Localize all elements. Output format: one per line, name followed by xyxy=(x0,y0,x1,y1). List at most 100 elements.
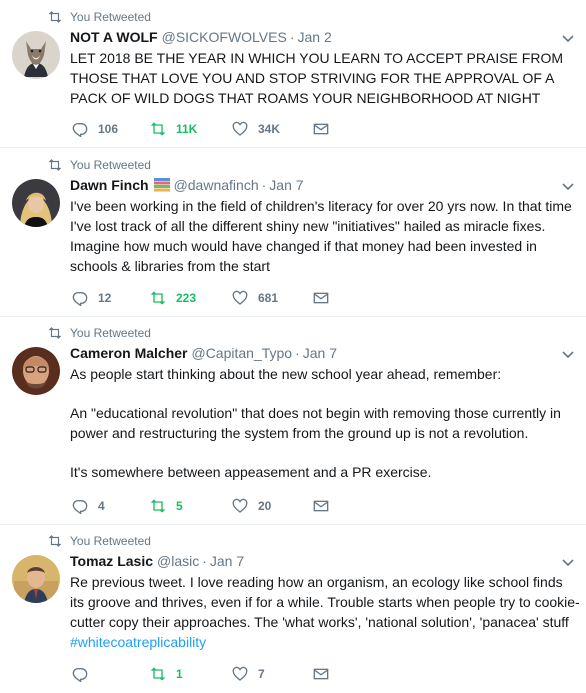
books-emoji-icon xyxy=(153,178,170,192)
tweet-header: Tomaz Lasic @lasic · Jan 7 xyxy=(70,553,244,569)
like-button[interactable]: 7 xyxy=(232,666,265,682)
retweet-context-label: You Retweeted xyxy=(70,326,151,340)
dm-button[interactable] xyxy=(313,498,329,514)
author-name[interactable]: Dawn Finch xyxy=(70,177,149,193)
separator: · xyxy=(295,345,300,361)
chevron-down-icon[interactable] xyxy=(562,351,574,359)
author-name[interactable]: NOT A WOLF xyxy=(70,29,158,45)
like-button[interactable]: 681 xyxy=(232,290,278,306)
chevron-down-icon[interactable] xyxy=(562,559,574,567)
retweet-icon xyxy=(150,121,166,137)
retweet-button[interactable]: 1 xyxy=(150,666,183,682)
tweet-header: NOT A WOLF @SICKOFWOLVES · Jan 2 xyxy=(70,29,332,45)
hashtag-link[interactable]: #whitecoatreplicability xyxy=(70,634,206,650)
retweet-icon xyxy=(48,11,62,23)
separator: · xyxy=(202,553,207,569)
avatar[interactable] xyxy=(12,179,60,227)
author-name[interactable]: Cameron Malcher xyxy=(70,345,187,361)
timeline: You Retweeted NOT A WOLF @SICKOFWOLVES ·… xyxy=(0,0,586,693)
chevron-down-icon[interactable] xyxy=(562,183,574,191)
retweet-context-label: You Retweeted xyxy=(70,10,151,24)
chevron-down-icon[interactable] xyxy=(562,35,574,43)
reply-button[interactable]: 106 xyxy=(72,121,118,137)
retweet-icon xyxy=(150,498,166,514)
heart-icon xyxy=(232,498,248,514)
timestamp[interactable]: Jan 7 xyxy=(303,345,337,361)
author-name[interactable]: Tomaz Lasic xyxy=(70,553,153,569)
like-button[interactable]: 34K xyxy=(232,121,280,137)
retweet-count: 1 xyxy=(176,667,183,681)
timestamp[interactable]: Jan 7 xyxy=(210,553,244,569)
reply-count: 12 xyxy=(98,291,112,305)
tweet-header: Dawn Finch @dawnafinch · Jan 7 xyxy=(70,177,304,193)
separator: · xyxy=(261,177,267,193)
reply-button[interactable] xyxy=(72,666,98,682)
tweet-header: Cameron Malcher @Capitan_Typo · Jan 7 xyxy=(70,345,337,361)
tweet[interactable]: You Retweeted NOT A WOLF @SICKOFWOLVES ·… xyxy=(0,0,586,148)
author-handle[interactable]: @dawnafinch xyxy=(174,177,259,193)
author-handle[interactable]: @Capitan_Typo xyxy=(191,345,292,361)
envelope-icon xyxy=(313,290,329,306)
dm-button[interactable] xyxy=(313,121,329,137)
reply-count: 106 xyxy=(98,122,119,136)
retweet-count: 223 xyxy=(176,291,197,305)
reply-icon xyxy=(72,290,88,306)
tweet-text: LET 2018 BE THE YEAR IN WHICH YOU LEARN … xyxy=(70,48,580,108)
author-handle[interactable]: @lasic xyxy=(157,553,199,569)
envelope-icon xyxy=(313,666,329,682)
retweet-context-label: You Retweeted xyxy=(70,158,151,172)
dm-button[interactable] xyxy=(313,666,329,682)
tweet-paragraph: LET 2018 BE THE YEAR IN WHICH YOU LEARN … xyxy=(70,50,564,106)
author-handle[interactable]: @SICKOFWOLVES xyxy=(162,29,287,45)
heart-icon xyxy=(232,666,248,682)
retweet-icon xyxy=(48,535,62,547)
envelope-icon xyxy=(313,498,329,514)
tweet-text: Re previous tweet. I love reading how an… xyxy=(70,572,580,652)
avatar[interactable] xyxy=(12,31,60,79)
retweet-context: You Retweeted xyxy=(48,326,151,340)
retweet-context: You Retweeted xyxy=(48,158,151,172)
retweet-context: You Retweeted xyxy=(48,10,151,24)
retweet-icon xyxy=(150,290,166,306)
retweet-count: 5 xyxy=(176,499,183,513)
reply-icon xyxy=(72,121,88,137)
retweet-button[interactable]: 5 xyxy=(150,498,183,514)
tweet-text: As people start thinking about the new s… xyxy=(70,364,580,482)
timestamp[interactable]: Jan 7 xyxy=(269,177,303,193)
tweet[interactable]: You Retweeted Cameron Malcher @Capitan_T… xyxy=(0,317,586,525)
tweet-paragraph: It's somewhere between appeasement and a… xyxy=(70,464,432,480)
tweet[interactable]: You Retweeted Tomaz Lasic @lasic · Jan 7… xyxy=(0,525,586,693)
retweet-icon xyxy=(48,327,62,339)
tweet-paragraph: I've been working in the field of childr… xyxy=(70,198,572,274)
reply-button[interactable]: 12 xyxy=(72,290,111,306)
reply-count: 4 xyxy=(98,499,105,513)
like-count: 7 xyxy=(258,667,265,681)
retweet-context: You Retweeted xyxy=(48,534,151,548)
like-count: 34K xyxy=(258,122,281,136)
reply-icon xyxy=(72,666,88,682)
tweet-paragraph: An "educational revolution" that does no… xyxy=(70,405,561,441)
envelope-icon xyxy=(313,121,329,137)
reply-button[interactable]: 4 xyxy=(72,498,105,514)
timestamp[interactable]: Jan 2 xyxy=(297,29,331,45)
avatar[interactable] xyxy=(12,555,60,603)
tweet[interactable]: You Retweeted Dawn Finch @dawnafinch · J… xyxy=(0,148,586,317)
like-count: 20 xyxy=(258,499,272,513)
reply-icon xyxy=(72,498,88,514)
tweet-paragraph-text: Re previous tweet. I love reading how an… xyxy=(70,574,580,630)
retweet-button[interactable]: 223 xyxy=(150,290,196,306)
avatar[interactable] xyxy=(12,347,60,395)
separator: · xyxy=(289,29,295,45)
retweet-icon xyxy=(150,666,166,682)
like-count: 681 xyxy=(258,291,279,305)
retweet-count: 11K xyxy=(176,122,198,136)
retweet-context-label: You Retweeted xyxy=(70,534,151,548)
heart-icon xyxy=(232,290,248,306)
dm-button[interactable] xyxy=(313,290,329,306)
tweet-paragraph: Re previous tweet. I love reading how an… xyxy=(70,572,580,652)
retweet-icon xyxy=(48,159,62,171)
like-button[interactable]: 20 xyxy=(232,498,271,514)
heart-icon xyxy=(232,121,248,137)
retweet-button[interactable]: 11K xyxy=(150,121,197,137)
tweet-text: I've been working in the field of childr… xyxy=(70,196,580,276)
